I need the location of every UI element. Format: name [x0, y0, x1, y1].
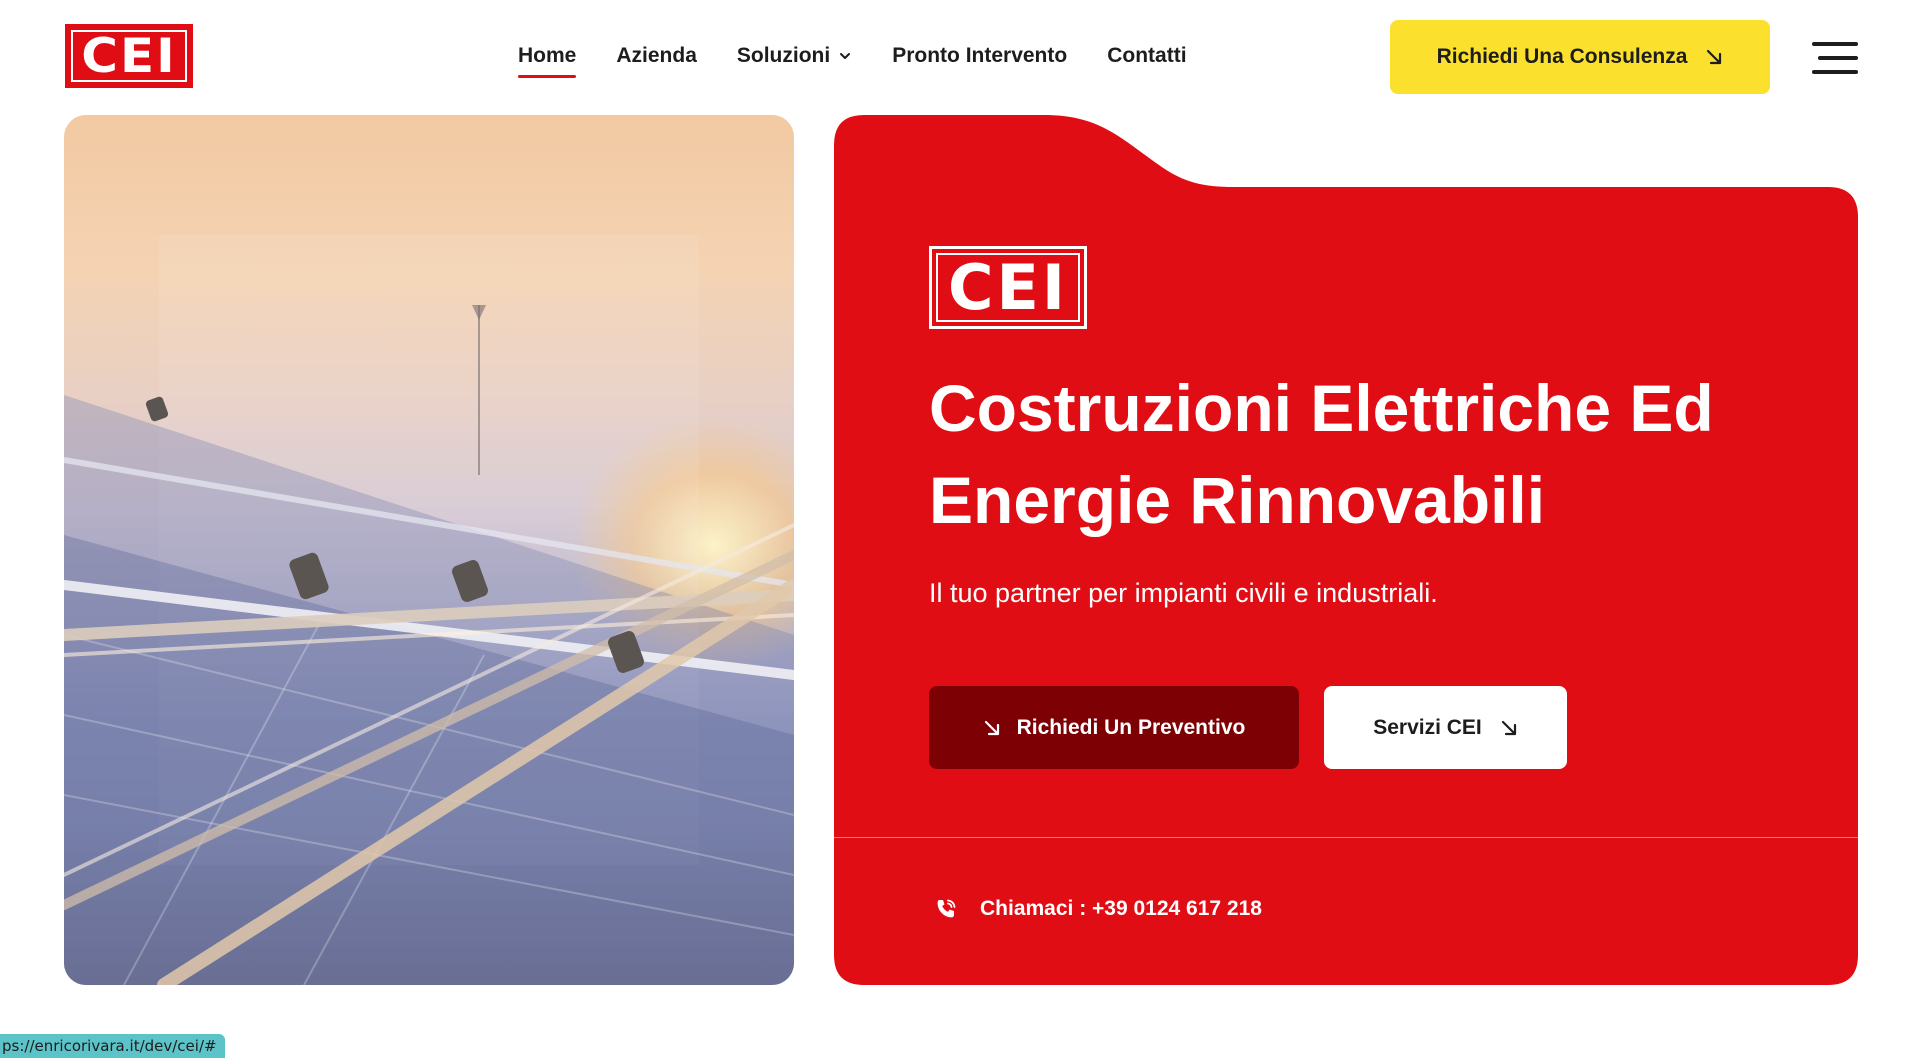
hero-subtitle: Il tuo partner per impianti civili e ind… — [929, 578, 1438, 608]
request-quote-label: Richiedi Un Preventivo — [1016, 715, 1246, 739]
arrow-down-right-icon — [1500, 719, 1518, 737]
nav-item-contatti[interactable]: Contatti — [1107, 40, 1186, 72]
nav-item-label: Azienda — [616, 44, 697, 67]
consultation-button[interactable]: Richiedi Una Consulenza — [1390, 20, 1770, 94]
card-logo: CEI — [929, 246, 1087, 329]
hero-title: Costruzioni Elettriche Ed Energie Rinnov… — [929, 362, 1829, 546]
phone-icon — [934, 897, 958, 921]
request-quote-button[interactable]: Richiedi Un Preventivo — [929, 686, 1299, 769]
nav-item-label: Pronto Intervento — [892, 44, 1068, 67]
logo-text: CEI — [81, 28, 177, 84]
nav-item-label: Home — [518, 44, 577, 67]
services-button[interactable]: Servizi CEI — [1324, 686, 1567, 769]
card-logo-text: CEI — [948, 250, 1068, 324]
arrow-down-right-icon — [1705, 48, 1723, 66]
nav-item-pronto-intervento[interactable]: Pronto Intervento — [892, 40, 1067, 72]
nav-item-label: Soluzioni — [736, 44, 831, 67]
hero-title-line-1: Costruzioni Elettriche Ed — [929, 371, 1714, 445]
call-us-link[interactable]: Chiamaci : +39 0124 617 218 — [934, 897, 1262, 921]
phone-text: Chiamaci : +39 0124 617 218 — [980, 897, 1262, 920]
hero-card: CEI Costruzioni Elettriche Ed Energie Ri… — [834, 115, 1858, 985]
arrow-down-right-icon — [983, 719, 1001, 737]
nav-item-home[interactable]: Home — [518, 40, 577, 78]
chevron-down-icon — [838, 49, 852, 63]
cei-logo[interactable]: CEI — [65, 24, 193, 88]
hamburger-menu-icon[interactable] — [1812, 42, 1858, 74]
card-divider — [834, 837, 1858, 838]
hero-title-line-2: Energie Rinnovabili — [929, 463, 1546, 537]
solar-panels-sunset-image — [64, 115, 794, 985]
nav-item-soluzioni[interactable]: Soluzioni — [737, 40, 852, 72]
nav-item-azienda[interactable]: Azienda — [616, 40, 697, 72]
main-nav: Home Azienda Soluzioni Pronto Intervento… — [518, 40, 1187, 78]
status-bar-url: ps://enricorivara.it/dev/cei/# — [0, 1034, 225, 1058]
site-header: CEI Home Azienda Soluzioni Pronto Interv… — [0, 0, 1920, 112]
services-label: Servizi CEI — [1373, 715, 1482, 739]
consultation-button-label: Richiedi Una Consulenza — [1436, 45, 1688, 68]
nav-item-label: Contatti — [1107, 44, 1187, 67]
